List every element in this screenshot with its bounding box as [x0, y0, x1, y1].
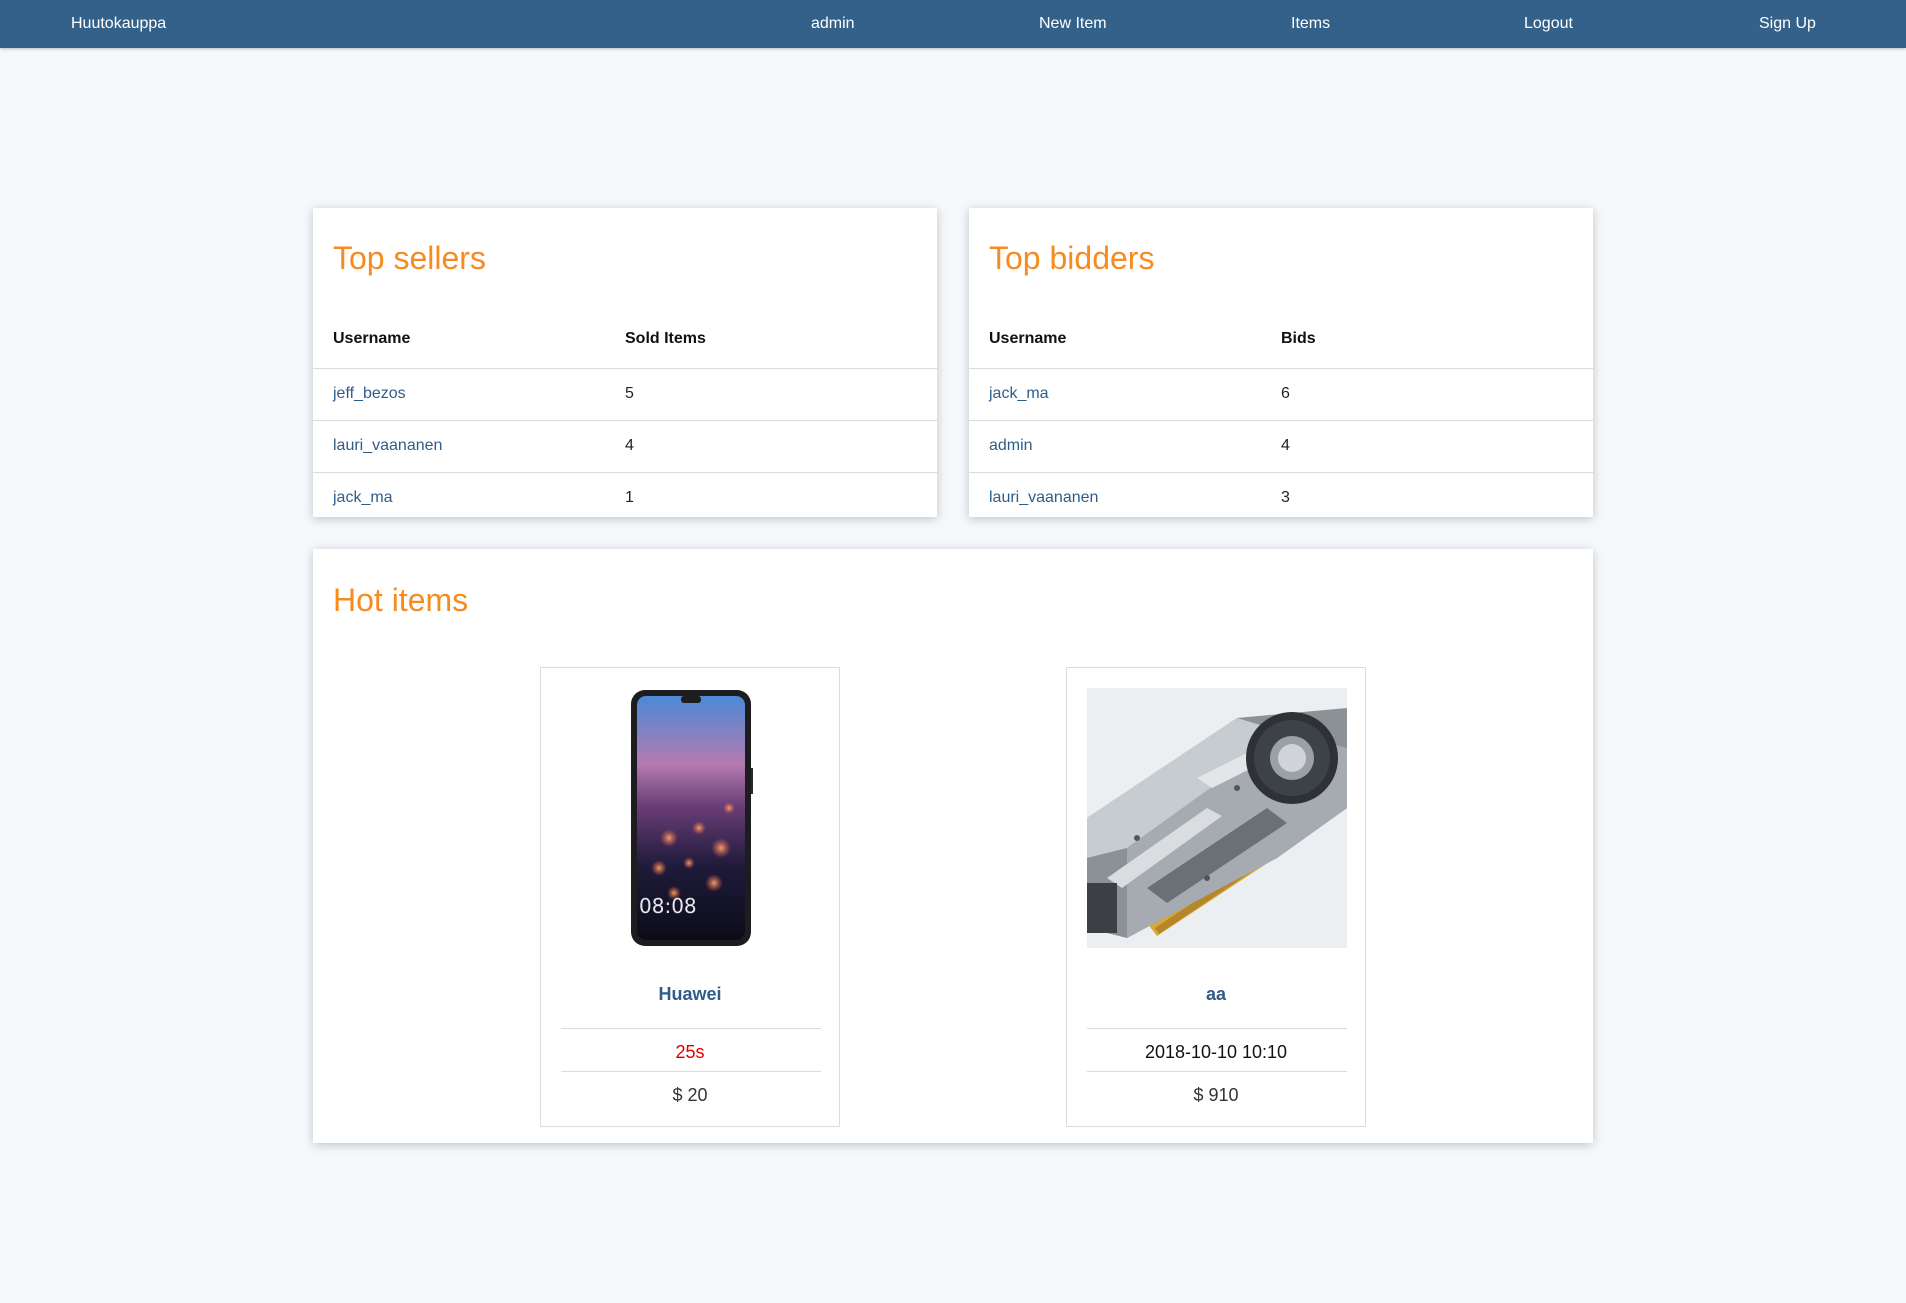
nav-link-sign-up[interactable]: Sign Up: [1759, 0, 1816, 48]
phone-clock-text: 08:08: [639, 894, 697, 918]
item-image-phone[interactable]: 08:08: [561, 688, 821, 948]
item-price: $ 910: [1193, 1085, 1239, 1105]
column-header-username: Username: [969, 310, 1261, 369]
nav-link-items[interactable]: Items: [1291, 0, 1330, 48]
nav-link-logout[interactable]: Logout: [1524, 0, 1573, 48]
table-header-row: Username Bids: [969, 310, 1593, 369]
divider: [561, 1071, 821, 1072]
phone-image: 08:08: [631, 690, 753, 946]
table-row: jack_ma 1: [313, 472, 937, 524]
nav-link-new-item[interactable]: New Item: [1039, 0, 1107, 48]
divider: [1087, 1028, 1347, 1029]
divider: [1087, 1071, 1347, 1072]
graphics-card-image: [1087, 688, 1347, 948]
seller-username-link[interactable]: lauri_vaananen: [333, 437, 442, 454]
top-bidders-title: Top bidders: [989, 240, 1155, 276]
table-row: jack_ma 6: [969, 368, 1593, 421]
table-row: admin 4: [969, 420, 1593, 473]
divider: [561, 1028, 821, 1029]
seller-username-link[interactable]: jack_ma: [333, 489, 393, 506]
hot-items-title: Hot items: [333, 582, 469, 618]
bids-count: 4: [1261, 420, 1593, 473]
item-name-link[interactable]: Huawei: [541, 984, 839, 1005]
brand-link[interactable]: Huutokauppa: [71, 0, 166, 48]
seller-username-link[interactable]: jeff_bezos: [333, 385, 406, 402]
nav-link-admin[interactable]: admin: [811, 0, 855, 48]
table-header-row: Username Sold Items: [313, 310, 937, 369]
table-row: lauri_vaananen 4: [313, 420, 937, 473]
item-card-aa[interactable]: aa 2018-10-10 10:10 $ 910: [1066, 667, 1366, 1127]
column-header-bids: Bids: [1261, 310, 1593, 369]
item-name-link[interactable]: aa: [1067, 984, 1365, 1005]
hot-items-card: Hot items 08:08 Huawei 25s $ 20 aa 2018-…: [313, 549, 1593, 1143]
top-sellers-card: Top sellers Username Sold Items jeff_bez…: [313, 208, 937, 517]
table-row: lauri_vaananen 3: [969, 472, 1593, 524]
sold-items-count: 5: [605, 368, 937, 421]
bids-count: 3: [1281, 489, 1290, 507]
item-end-time: 2018-10-10 10:10: [1144, 1042, 1288, 1062]
bidder-username-link[interactable]: jack_ma: [989, 385, 1049, 402]
item-time-remaining: 25s: [675, 1042, 705, 1062]
sold-items-count: 1: [625, 489, 634, 507]
top-bidders-card: Top bidders Username Bids jack_ma 6 admi…: [969, 208, 1593, 517]
item-image-graphics-card[interactable]: [1087, 688, 1347, 948]
sold-items-count: 4: [605, 420, 937, 473]
bidder-username-link[interactable]: admin: [989, 437, 1033, 454]
top-sellers-title: Top sellers: [333, 240, 486, 276]
column-header-sold-items: Sold Items: [605, 310, 937, 369]
item-price: $ 20: [672, 1085, 708, 1105]
column-header-username: Username: [313, 310, 605, 369]
top-navbar: Huutokauppa admin New Item Items Logout …: [0, 0, 1906, 48]
top-sellers-table: Username Sold Items jeff_bezos 5 lauri_v…: [313, 310, 937, 524]
table-row: jeff_bezos 5: [313, 368, 937, 421]
bids-count: 6: [1261, 368, 1593, 421]
bidder-username-link[interactable]: lauri_vaananen: [989, 489, 1098, 506]
top-bidders-table: Username Bids jack_ma 6 admin 4 lauri_va…: [969, 310, 1593, 524]
item-card-huawei[interactable]: 08:08 Huawei 25s $ 20: [540, 667, 840, 1127]
